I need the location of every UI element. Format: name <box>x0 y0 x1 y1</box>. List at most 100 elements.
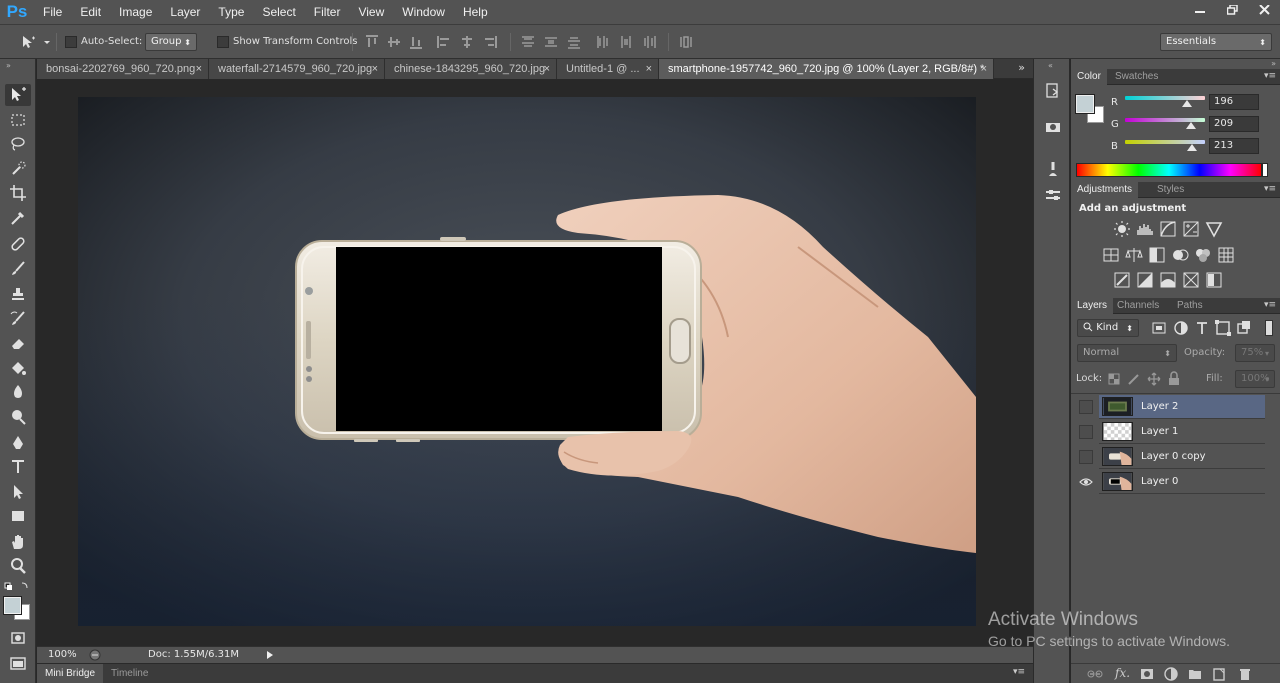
collapse-panels-icon[interactable]: » <box>1271 59 1276 68</box>
channel-r-input[interactable]: 196 <box>1209 94 1259 110</box>
dodge-tool[interactable] <box>5 406 31 428</box>
new-layer-icon[interactable] <box>1211 666 1227 682</box>
align-right-icon[interactable] <box>482 34 498 50</box>
tab-timeline[interactable]: Timeline <box>103 664 156 683</box>
menu-select[interactable]: Select <box>253 0 304 25</box>
layer-0-visibility-eye-icon[interactable] <box>1079 475 1093 489</box>
collapse-panel-icon[interactable]: » <box>6 61 11 70</box>
filter-adjustment-icon[interactable] <box>1172 319 1190 337</box>
layer-filter-dropdown[interactable]: Kind ⬍ <box>1077 319 1139 337</box>
auto-select-dropdown[interactable]: Group ⬍ <box>145 33 197 51</box>
panel-menu-icon[interactable]: ▾≡ <box>1264 71 1276 81</box>
distribute-vertical-center-icon[interactable] <box>543 34 559 50</box>
layer-row-layer-1[interactable]: Layer 1 <box>1099 420 1265 444</box>
path-selection-tool[interactable] <box>5 481 31 503</box>
expand-dock-icon[interactable]: « <box>1048 61 1053 70</box>
align-horizontal-center-icon[interactable] <box>459 34 475 50</box>
close-icon[interactable]: × <box>646 59 652 79</box>
vibrance-icon[interactable] <box>1205 220 1223 238</box>
filter-pixel-icon[interactable] <box>1150 319 1168 337</box>
delete-layer-trash-icon[interactable] <box>1237 666 1253 682</box>
tab-smartphone[interactable]: smartphone-1957742_960_720.jpg @ 100% (L… <box>659 59 994 79</box>
document-canvas[interactable] <box>78 97 976 626</box>
layer-1-visibility-toggle[interactable] <box>1079 425 1093 439</box>
status-menu-arrow-icon[interactable] <box>265 650 275 660</box>
menu-file[interactable]: File <box>34 0 71 25</box>
filter-shape-icon[interactable] <box>1214 319 1232 337</box>
align-vertical-center-icon[interactable] <box>386 34 402 50</box>
filter-toggle-switch[interactable] <box>1265 320 1273 336</box>
link-layers-icon[interactable] <box>1087 666 1103 682</box>
panel-menu-icon[interactable]: ▾≡ <box>1264 300 1276 310</box>
lock-all-icon[interactable] <box>1165 370 1183 388</box>
layer-style-fx-icon[interactable]: fx. <box>1115 666 1130 680</box>
minimize-button[interactable] <box>1184 0 1216 20</box>
hue-saturation-icon[interactable] <box>1102 246 1120 264</box>
brush-presets-panel-button[interactable] <box>1042 159 1064 179</box>
lock-image-pixels-icon[interactable] <box>1125 370 1143 388</box>
color-balance-icon[interactable] <box>1125 246 1143 264</box>
align-top-icon[interactable] <box>364 34 380 50</box>
zoom-level[interactable]: 100% <box>48 649 77 660</box>
clone-stamp-tool[interactable] <box>5 283 31 305</box>
close-icon[interactable]: × <box>544 59 550 79</box>
color-spectrum-bar[interactable] <box>1076 163 1262 177</box>
tab-untitled-1[interactable]: Untitled-1 @ ... × <box>557 59 659 79</box>
menu-window[interactable]: Window <box>393 0 454 25</box>
distribute-bottom-icon[interactable] <box>566 34 582 50</box>
tab-channels[interactable]: Channels <box>1111 298 1165 314</box>
default-swap-colors-icon[interactable] <box>4 581 32 591</box>
tab-color[interactable]: Color <box>1071 69 1107 85</box>
tab-bonsai[interactable]: bonsai-2202769_960_720.png × <box>37 59 209 79</box>
tab-paths[interactable]: Paths <box>1171 298 1209 314</box>
channel-b-thumb[interactable] <box>1186 144 1197 151</box>
exposure-icon[interactable] <box>1182 220 1200 238</box>
lock-transparent-pixels-icon[interactable] <box>1105 370 1123 388</box>
blend-mode-dropdown[interactable]: Normal ⬍ <box>1077 344 1177 362</box>
move-tool[interactable] <box>5 84 31 106</box>
levels-icon[interactable] <box>1136 220 1154 238</box>
align-left-icon[interactable] <box>436 34 452 50</box>
add-mask-icon[interactable] <box>1139 666 1155 682</box>
healing-brush-tool[interactable] <box>5 233 31 255</box>
properties-panel-button[interactable] <box>1042 117 1064 137</box>
crop-tool[interactable] <box>5 182 31 204</box>
opacity-input[interactable]: 75% ▾ <box>1235 344 1275 362</box>
threshold-icon[interactable] <box>1159 271 1177 289</box>
tool-presets-panel-button[interactable] <box>1042 185 1064 205</box>
auto-align-layers-icon[interactable] <box>678 34 694 50</box>
blur-tool[interactable] <box>5 381 31 403</box>
photo-filter-icon[interactable] <box>1171 246 1189 264</box>
tab-waterfall[interactable]: waterfall-2714579_960_720.jpg × <box>209 59 385 79</box>
foreground-color-swatch[interactable] <box>3 596 22 615</box>
menu-layer[interactable]: Layer <box>161 0 209 25</box>
invert-icon[interactable] <box>1113 271 1131 289</box>
layer-0-copy-visibility-toggle[interactable] <box>1079 450 1093 464</box>
color-panel-foreground-swatch[interactable] <box>1075 94 1095 114</box>
spectrum-white-swatch[interactable] <box>1262 163 1268 177</box>
brush-tool[interactable] <box>5 258 31 280</box>
channel-g-input[interactable]: 209 <box>1209 116 1259 132</box>
tab-adjustments[interactable]: Adjustments <box>1071 182 1139 198</box>
rectangle-tool[interactable] <box>5 505 31 527</box>
menu-edit[interactable]: Edit <box>71 0 110 25</box>
status-preview-icon[interactable] <box>89 649 101 661</box>
hand-tool[interactable] <box>5 531 31 553</box>
history-brush-tool[interactable] <box>5 308 31 330</box>
eyedropper-tool[interactable] <box>5 207 31 229</box>
quick-mask-tool[interactable] <box>5 627 31 649</box>
screen-mode-tool[interactable] <box>5 653 31 675</box>
layer-row-layer-2[interactable]: Layer 2 <box>1099 395 1265 419</box>
distribute-top-icon[interactable] <box>520 34 536 50</box>
tab-chinese[interactable]: chinese-1843295_960_720.jpg × <box>385 59 557 79</box>
tab-styles[interactable]: Styles <box>1151 182 1190 198</box>
new-fill-adjustment-icon[interactable] <box>1163 666 1179 682</box>
tab-mini-bridge[interactable]: Mini Bridge <box>37 664 104 683</box>
marquee-tool[interactable] <box>5 109 31 131</box>
distribute-left-icon[interactable] <box>595 34 611 50</box>
posterize-icon[interactable] <box>1136 271 1154 289</box>
layer-2-visibility-toggle[interactable] <box>1079 400 1093 414</box>
more-tabs-chevron-icon[interactable]: » <box>1018 61 1025 74</box>
color-lookup-icon[interactable] <box>1217 246 1235 264</box>
brightness-contrast-icon[interactable] <box>1113 220 1131 238</box>
